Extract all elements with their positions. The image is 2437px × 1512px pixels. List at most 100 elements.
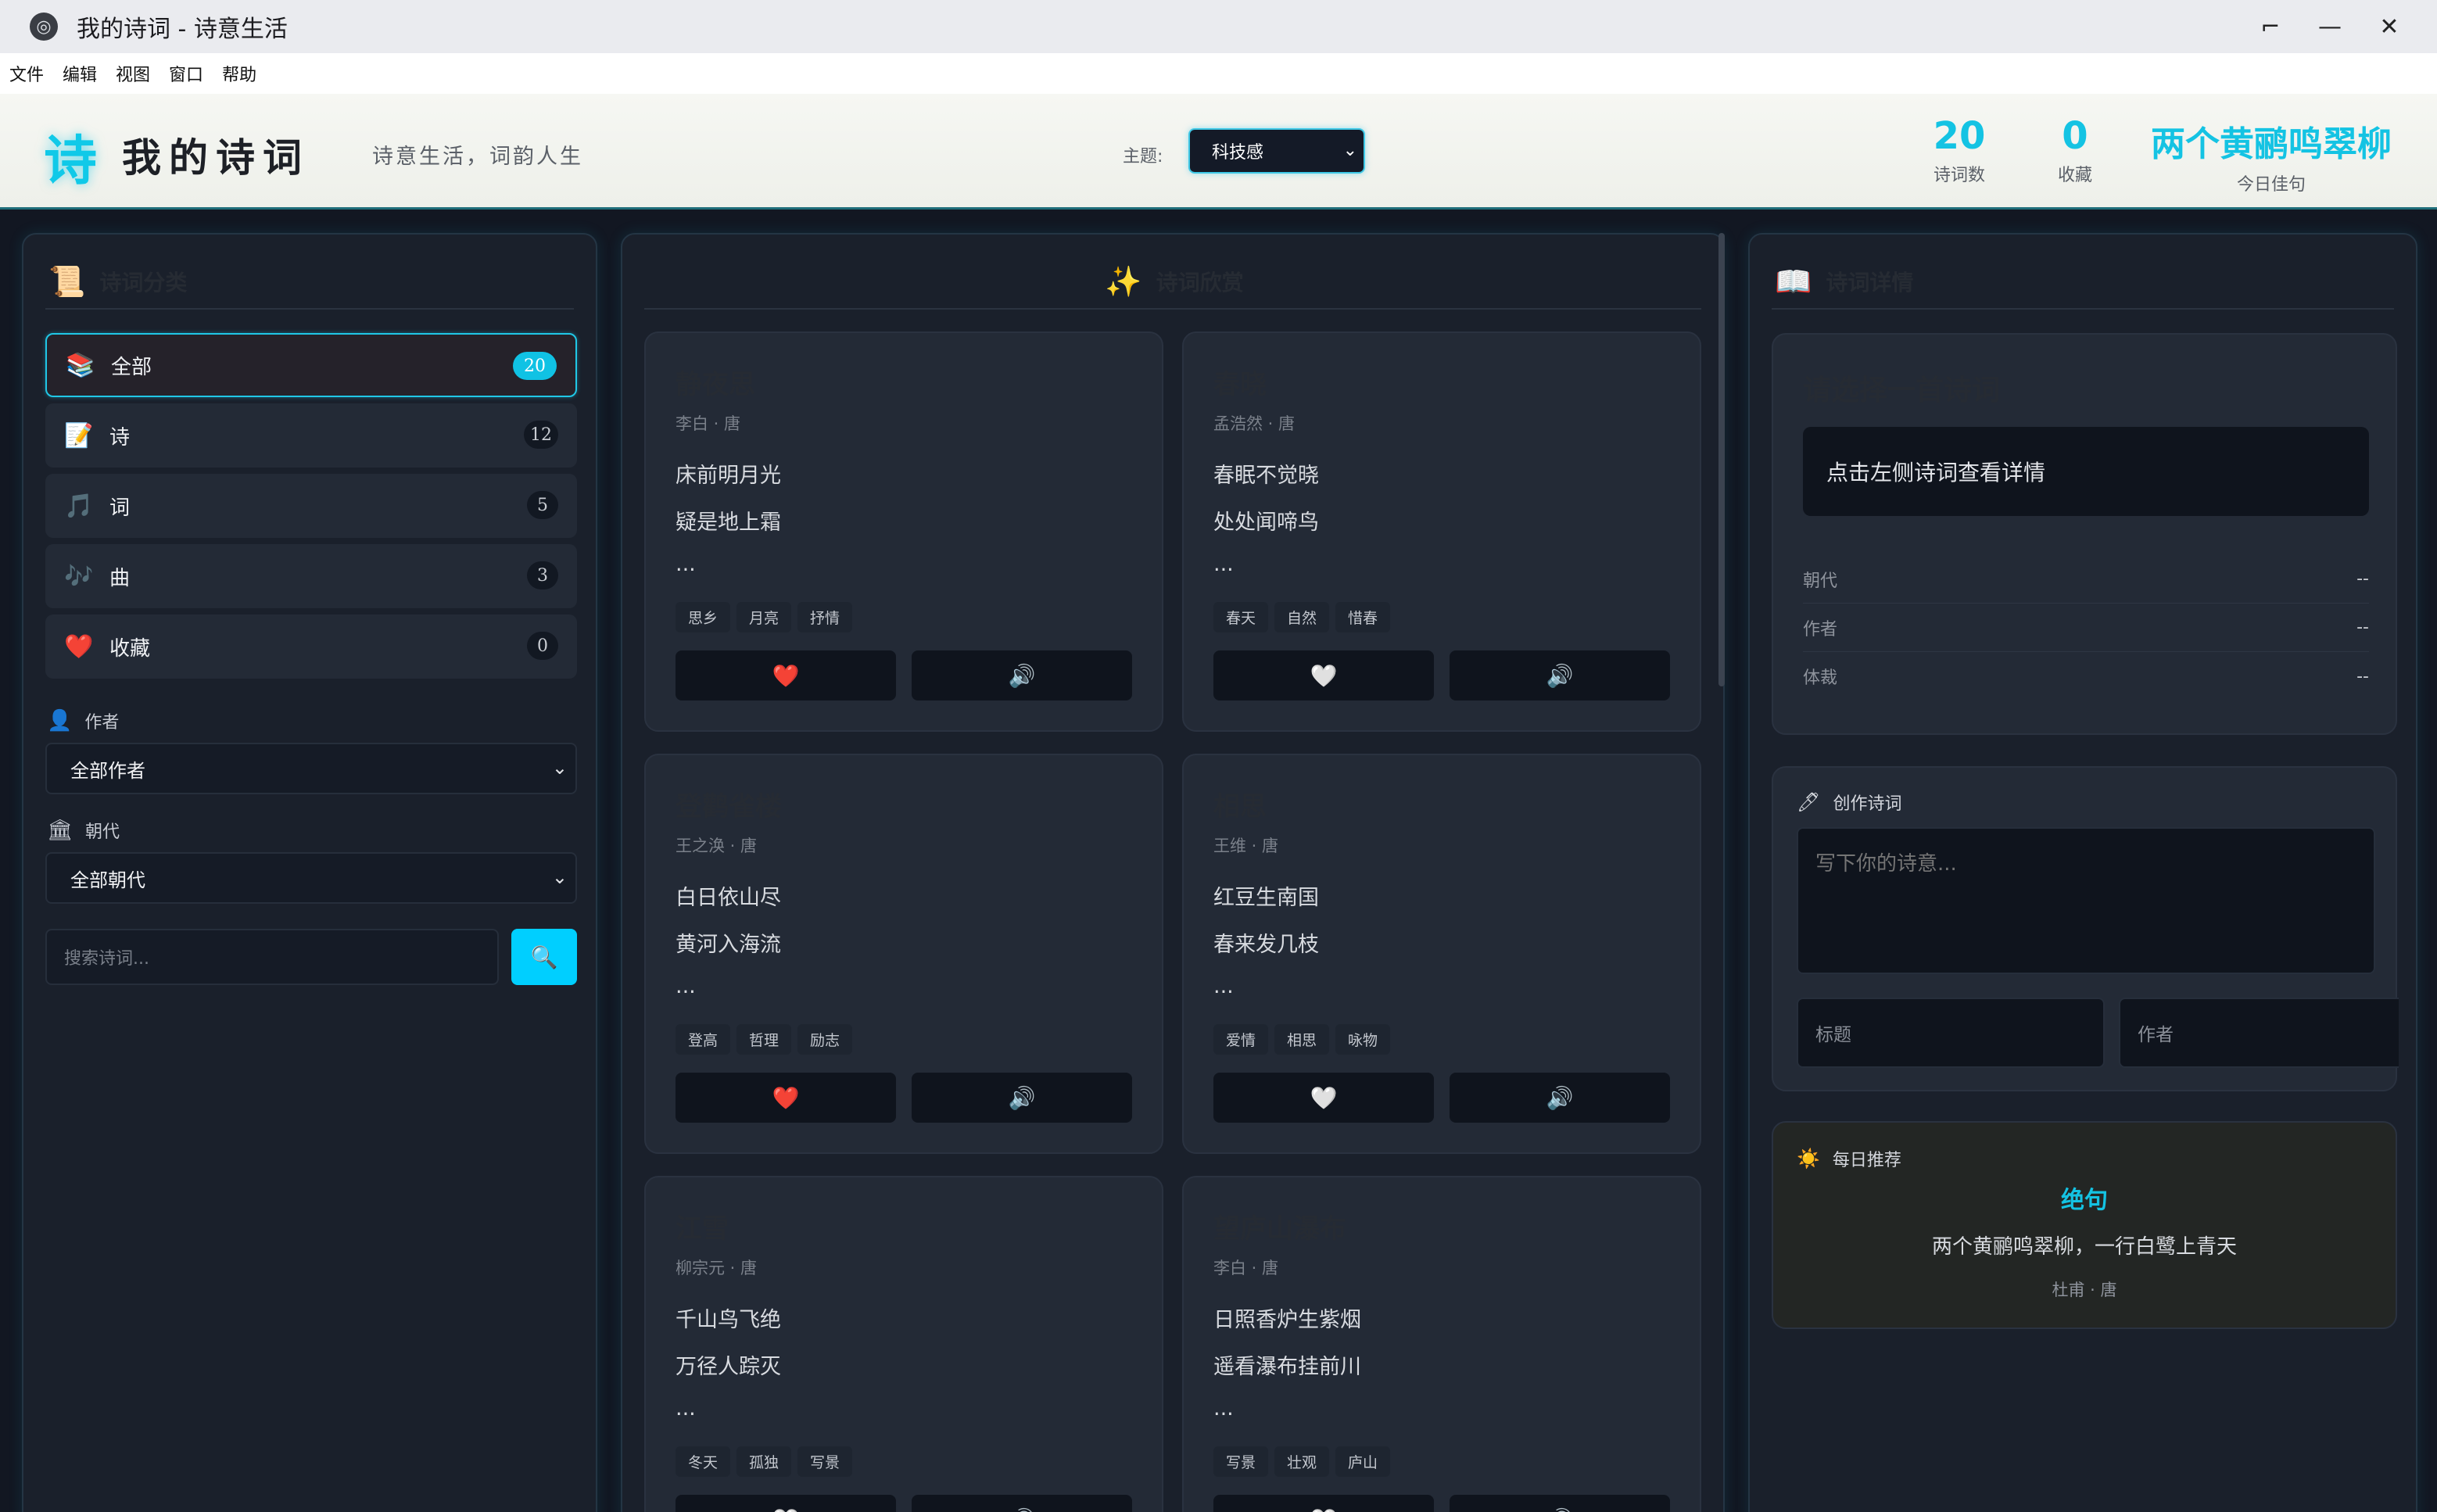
- restore-icon[interactable]: ⌐: [2241, 0, 2300, 53]
- favorite-button[interactable]: ❤️: [676, 650, 896, 700]
- poem-tag[interactable]: 咏物: [1335, 1024, 1391, 1055]
- poem-tag[interactable]: 春天: [1213, 602, 1269, 632]
- poem-tag[interactable]: 抒情: [797, 602, 853, 632]
- detail-row-dynasty: 朝代 --: [1803, 555, 2369, 604]
- poem-tag[interactable]: 登高: [676, 1024, 731, 1055]
- poem-card[interactable]: 相思 王维 · 唐红豆生南国 春来发几枝... 爱情 相思 咏物 🤍 🔊: [1182, 754, 1701, 1154]
- category-label: 诗: [109, 425, 131, 450]
- dynasty-select[interactable]: 全部朝代 ⌄: [45, 852, 577, 904]
- play-audio-button[interactable]: 🔊: [1450, 650, 1670, 700]
- theme-select[interactable]: 科技感 ⌄: [1188, 128, 1365, 174]
- poem-line: 床前明月光: [676, 464, 781, 488]
- poem-line: ...: [676, 1396, 696, 1421]
- category-count-badge: 0: [527, 632, 558, 660]
- category-all[interactable]: 📚 全部 20: [45, 333, 577, 397]
- scroll-icon: 📜: [48, 263, 86, 299]
- poem-tag[interactable]: 孤独: [736, 1446, 792, 1477]
- speaker-icon: 🔊: [1008, 1084, 1036, 1111]
- poem-line: 万径人踪灭: [676, 1355, 781, 1379]
- category-label: 词: [109, 496, 131, 520]
- poem-title-input[interactable]: 标题: [1797, 998, 2105, 1068]
- poem-card[interactable]: 静夜思 李白 · 唐床前明月光 疑是地上霜... 思乡 月亮 抒情 ❤️ 🔊: [644, 331, 1163, 732]
- favorite-button[interactable]: 🤍: [1213, 1495, 1434, 1512]
- poem-tag[interactable]: 自然: [1274, 602, 1330, 632]
- favorite-button[interactable]: 🤍: [1213, 1073, 1434, 1123]
- poem-meta: 李白 · 唐: [676, 414, 741, 433]
- favorite-button[interactable]: 🤍: [1213, 650, 1434, 700]
- poem-tags: 春天 自然 惜春: [1213, 602, 1396, 632]
- category-label: 曲: [109, 566, 131, 590]
- close-icon[interactable]: ✕: [2360, 0, 2419, 53]
- poem-text-input[interactable]: [1797, 827, 2375, 974]
- poem-card[interactable]: 望庐山瀑布李白 · 唐日照香炉生紫烟遥看瀑布挂前川... 写景壮观庐山 🤍 🔊: [1182, 1176, 1701, 1512]
- logo-icon: 诗: [44, 131, 98, 192]
- play-audio-button[interactable]: 🔊: [1450, 1495, 1670, 1512]
- poems-panel: ✨ 诗词欣赏 静夜思 李白 · 唐床前明月光 疑是地上霜... 思乡 月亮 抒情 ❤️ 🔊 春晓…: [621, 233, 1725, 1512]
- poem-tag[interactable]: 爱情: [1213, 1024, 1269, 1055]
- author-filter-label: 👤 作者: [47, 708, 119, 733]
- search-button[interactable]: 🔍: [511, 929, 577, 985]
- poem-tag[interactable]: 冬天: [676, 1446, 731, 1477]
- category-shi[interactable]: 📝 诗 12: [45, 403, 577, 468]
- search-input[interactable]: 搜索诗词...: [45, 929, 499, 985]
- minimize-icon[interactable]: —: [2300, 0, 2360, 53]
- recommend-header: ☀️ 每日推荐: [1797, 1146, 1901, 1171]
- poem-card[interactable]: 江雪柳宗元 · 唐千山鸟飞绝万径人踪灭... 冬天孤独写景 🤍 🔊: [644, 1176, 1163, 1512]
- category-count-badge: 3: [527, 561, 558, 589]
- category-qu[interactable]: 🎶 曲 3: [45, 544, 577, 608]
- poem-meta: 王维 · 唐: [1213, 837, 1279, 855]
- menu-file[interactable]: 文件: [9, 61, 44, 86]
- poem-line: 千山鸟飞绝: [676, 1308, 781, 1332]
- recommend-title: 每日推荐: [1832, 1151, 1901, 1170]
- dynasty-select-value: 全部朝代: [70, 869, 145, 891]
- poems-scrollbar[interactable]: [1718, 233, 1725, 686]
- heart-icon: 🤍: [1310, 1507, 1338, 1512]
- temple-icon: 🏛: [47, 819, 73, 842]
- poem-tag[interactable]: 哲理: [736, 1024, 792, 1055]
- play-audio-button[interactable]: 🔊: [912, 1073, 1132, 1123]
- poem-title: 江雪: [676, 1213, 729, 1245]
- speaker-icon: 🔊: [1546, 1084, 1574, 1111]
- poem-line: ...: [1213, 1396, 1234, 1421]
- poem-tag[interactable]: 庐山: [1335, 1446, 1391, 1477]
- poem-card[interactable]: 春晓 孟浩然 · 唐春眠不觉晓 处处闻啼鸟... 春天 自然 惜春 🤍 🔊: [1182, 331, 1701, 732]
- poem-tag[interactable]: 思乡: [676, 602, 731, 632]
- poem-tag[interactable]: 励志: [797, 1024, 853, 1055]
- category-count-badge: 5: [527, 491, 558, 519]
- play-audio-button[interactable]: 🔊: [912, 650, 1132, 700]
- stat-value: 0: [2062, 114, 2088, 158]
- music-icon: 🎵: [64, 492, 94, 520]
- poem-tag[interactable]: 惜春: [1335, 602, 1391, 632]
- poem-title: 静夜思: [676, 369, 755, 400]
- favorite-button[interactable]: 🤍: [676, 1495, 896, 1512]
- category-panel: 📜 诗词分类 📚 全部 20 📝 诗 12 🎵 词 5 🎶 曲 3 ❤️ 收藏 …: [22, 233, 597, 1512]
- poem-line: 白日依山尽: [676, 886, 781, 910]
- menu-edit[interactable]: 编辑: [63, 61, 97, 86]
- recommend-text: 两个黄鹂鸣翠柳，一行白鹭上青天: [1931, 1235, 2237, 1259]
- poem-card[interactable]: 登鹳雀楼 王之涣 · 唐白日依山尽 黄河入海流... 登高 哲理 励志 ❤️ 🔊: [644, 754, 1163, 1154]
- category-ci[interactable]: 🎵 词 5: [45, 474, 577, 538]
- poem-tag[interactable]: 月亮: [736, 602, 792, 632]
- compose-title: 创作诗词: [1833, 794, 1902, 814]
- favorite-button[interactable]: ❤️: [676, 1073, 896, 1123]
- category-favorites[interactable]: ❤️ 收藏 0: [45, 614, 577, 679]
- menu-help[interactable]: 帮助: [222, 61, 256, 86]
- chevron-down-icon: ⌄: [551, 866, 568, 888]
- heart-icon: ❤️: [64, 632, 94, 661]
- poem-tag[interactable]: 相思: [1274, 1024, 1330, 1055]
- poem-line: ...: [1213, 552, 1234, 576]
- poem-tag[interactable]: 写景: [1213, 1446, 1269, 1477]
- poem-tag[interactable]: 写景: [797, 1446, 853, 1477]
- author-select[interactable]: 全部作者 ⌄: [45, 743, 577, 794]
- poem-tags: 登高 哲理 励志: [676, 1024, 858, 1055]
- poem-tag[interactable]: 壮观: [1274, 1446, 1330, 1477]
- play-audio-button[interactable]: 🔊: [1450, 1073, 1670, 1123]
- poem-author-input[interactable]: 作者: [2119, 998, 2399, 1068]
- poem-meta: 柳宗元 · 唐: [676, 1259, 758, 1277]
- play-audio-button[interactable]: 🔊: [912, 1495, 1132, 1512]
- stat-label: 收藏: [2057, 166, 2092, 185]
- stat-label: 诗词数: [1933, 166, 1985, 185]
- poem-line: 处处闻啼鸟: [1213, 511, 1319, 535]
- menu-window[interactable]: 窗口: [169, 61, 203, 86]
- menu-view[interactable]: 视图: [116, 61, 150, 86]
